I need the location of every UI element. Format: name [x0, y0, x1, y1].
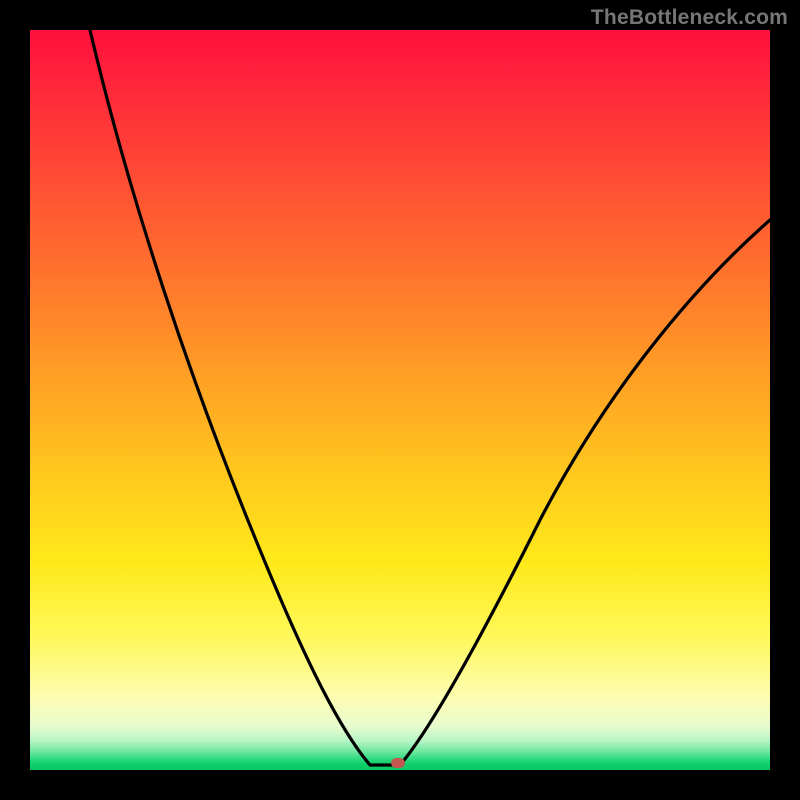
- bottleneck-curve: [30, 30, 770, 770]
- watermark-text: TheBottleneck.com: [591, 6, 788, 30]
- curve-path: [90, 30, 770, 765]
- plot-area: [30, 30, 770, 770]
- chart-frame: TheBottleneck.com: [0, 0, 800, 800]
- min-marker: [391, 758, 405, 768]
